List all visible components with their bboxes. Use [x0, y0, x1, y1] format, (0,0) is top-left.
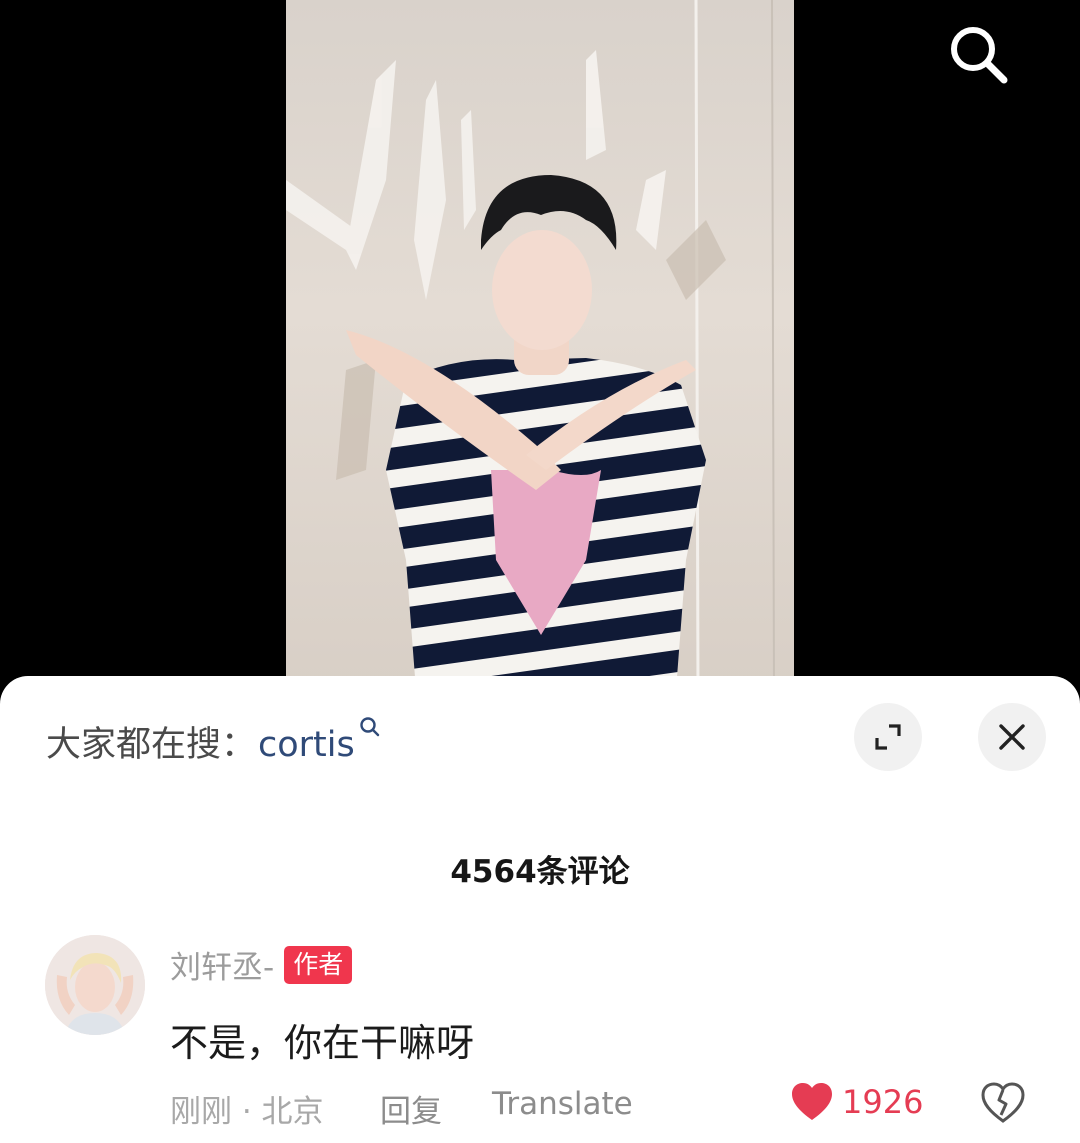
search-icon — [360, 717, 379, 737]
search-icon — [951, 27, 1008, 84]
comment-author-row: 刘轩丞- 作者 — [170, 942, 353, 987]
comment-panel: 大家都在搜： cortis 4564条评论 刘轩丞- 作者 不是，你在干嘛呀 刚… — [0, 676, 1080, 1143]
trending-search-prefix: 大家都在搜： — [46, 725, 257, 765]
video-still-image — [286, 0, 775, 690]
trending-search-term[interactable]: cortis — [258, 725, 355, 765]
reply-button[interactable]: 回复 — [380, 1086, 442, 1131]
comment-count: 4564条评论 — [450, 854, 630, 890]
comment-text[interactable]: 不是，你在干嘛呀 — [170, 1012, 474, 1067]
author-badge: 作者 — [284, 945, 353, 984]
broken-heart-icon — [981, 1082, 1025, 1123]
video-player[interactable] — [0, 0, 1080, 690]
comment-author-name[interactable]: 刘轩丞- — [170, 942, 274, 987]
close-button[interactable] — [978, 703, 1046, 771]
video-frame[interactable] — [286, 0, 794, 690]
heart-icon — [792, 1083, 832, 1120]
like-count: 1926 — [842, 1083, 924, 1121]
close-icon — [999, 724, 1025, 750]
expand-icon — [875, 724, 901, 750]
avatar-image — [45, 935, 145, 1035]
trending-search-banner[interactable]: 大家都在搜： cortis — [46, 716, 381, 766]
expand-button[interactable] — [854, 703, 922, 771]
dislike-button[interactable] — [980, 1082, 1026, 1128]
search-button[interactable] — [944, 20, 1012, 88]
avatar[interactable] — [45, 935, 145, 1035]
translate-button[interactable]: Translate — [492, 1086, 633, 1122]
comment-time-location: 刚刚 · 北京 — [170, 1094, 324, 1130]
like-button[interactable]: 1926 — [790, 1082, 923, 1122]
